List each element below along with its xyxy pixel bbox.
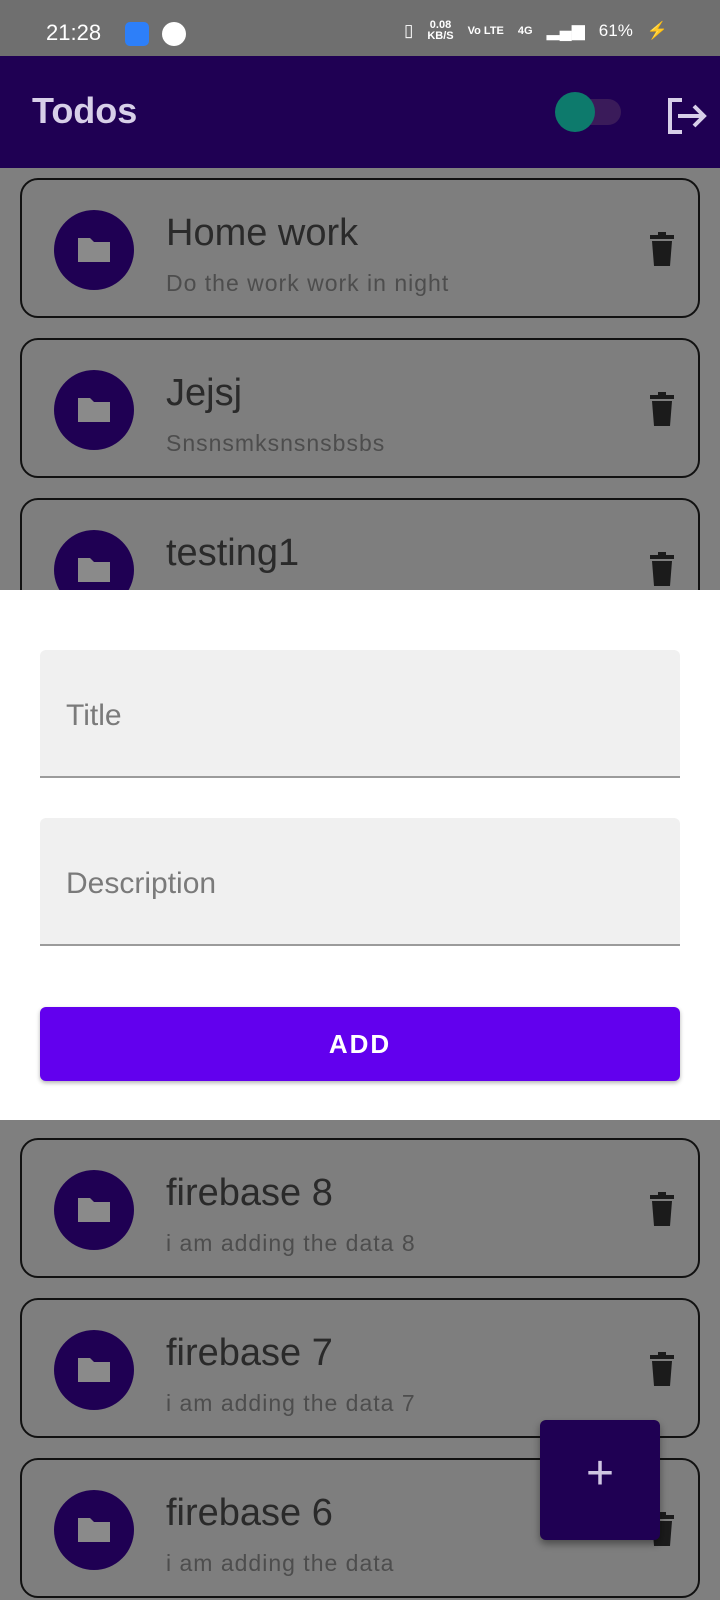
network-speed: 0.08 KB/S bbox=[427, 20, 453, 42]
app-bar: Todos bbox=[0, 56, 720, 168]
battery-level: 61% bbox=[598, 21, 633, 40]
todo-title: firebase 6 bbox=[166, 1492, 333, 1534]
todo-avatar bbox=[54, 370, 134, 450]
logout-icon[interactable] bbox=[664, 96, 708, 136]
todo-description: i am adding the data bbox=[166, 1550, 395, 1576]
trash-icon[interactable] bbox=[648, 1352, 676, 1386]
todo-card[interactable]: Home work Do the work work in night bbox=[20, 178, 700, 318]
todo-card[interactable]: Jejsj Snsnsmksnsnsbsbs bbox=[20, 338, 700, 478]
title-input[interactable] bbox=[64, 690, 658, 742]
status-indicators: ▯ 0.08 KB/S Vo LTE 4G ▂▄▆ 61% ⚡ bbox=[404, 20, 668, 42]
todo-card[interactable]: firebase 8 i am adding the data 8 bbox=[20, 1138, 700, 1278]
todo-title: Home work bbox=[166, 212, 359, 254]
trash-icon[interactable] bbox=[648, 392, 676, 426]
add-button[interactable]: ADD bbox=[40, 1007, 680, 1081]
description-input[interactable] bbox=[64, 858, 658, 910]
todo-title: firebase 7 bbox=[166, 1332, 333, 1374]
todo-avatar bbox=[54, 1490, 134, 1570]
todo-avatar bbox=[54, 210, 134, 290]
todo-description: Snsnsmksnsnsbsbs bbox=[166, 430, 386, 456]
todo-title: firebase 8 bbox=[166, 1172, 333, 1214]
vibrate-icon: ▯ bbox=[404, 21, 414, 40]
charging-icon: ⚡ bbox=[646, 21, 668, 40]
network-type: 4G bbox=[517, 24, 533, 37]
todo-description: i am adding the data 8 bbox=[166, 1230, 416, 1256]
app-title: Todos bbox=[32, 90, 138, 131]
volte-indicator: Vo LTE bbox=[467, 24, 504, 37]
folder-icon bbox=[78, 238, 110, 262]
folder-icon bbox=[78, 558, 110, 582]
add-todo-sheet: ADD bbox=[0, 590, 720, 1120]
todo-description: i am adding the data 7 bbox=[166, 1390, 416, 1416]
folder-icon bbox=[78, 1198, 110, 1222]
description-field[interactable] bbox=[40, 818, 680, 946]
call-icon bbox=[162, 22, 186, 46]
trash-icon[interactable] bbox=[648, 552, 676, 586]
trash-icon[interactable] bbox=[648, 232, 676, 266]
todo-card[interactable]: firebase 7 i am adding the data 7 bbox=[20, 1298, 700, 1438]
folder-icon bbox=[78, 398, 110, 422]
folder-icon bbox=[78, 1518, 110, 1542]
theme-toggle-knob[interactable] bbox=[555, 92, 595, 132]
todo-avatar bbox=[54, 1330, 134, 1410]
folder-icon bbox=[78, 1358, 110, 1382]
usb-icon bbox=[125, 22, 149, 46]
title-field[interactable] bbox=[40, 650, 680, 778]
trash-icon[interactable] bbox=[648, 1192, 676, 1226]
todo-avatar bbox=[54, 1170, 134, 1250]
todo-title: Jejsj bbox=[166, 372, 243, 414]
status-bar: 21:28 ▯ 0.08 KB/S Vo LTE 4G ▂▄▆ 61% ⚡ bbox=[0, 0, 720, 56]
network-speed-unit: KB/S bbox=[427, 30, 454, 42]
todo-title: testing1 bbox=[166, 532, 300, 574]
status-time: 21:28 bbox=[46, 20, 102, 45]
signal-icon: ▂▄▆ bbox=[546, 21, 585, 40]
todo-description: Do the work work in night bbox=[166, 270, 450, 296]
plus-icon: + bbox=[585, 1447, 615, 1500]
add-fab-button[interactable]: + bbox=[540, 1420, 660, 1540]
